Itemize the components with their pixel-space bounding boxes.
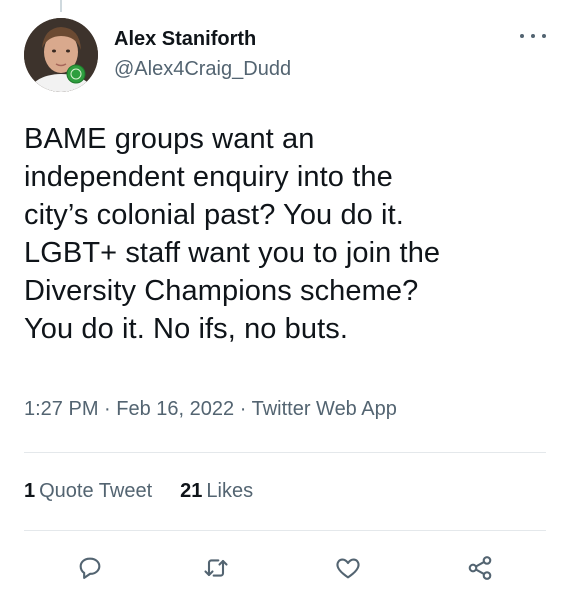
like-icon[interactable] [328, 548, 368, 588]
reply-icon[interactable] [70, 548, 110, 588]
tweet-date[interactable]: Feb 16, 2022 [116, 398, 234, 420]
tweet-meta: 1:27 PM · Feb 16, 2022 · Twitter Web App [24, 398, 397, 421]
divider [24, 530, 546, 531]
more-dot [531, 34, 535, 38]
likes-label: Likes [206, 480, 254, 502]
meta-separator: · [104, 398, 111, 420]
more-dot [520, 34, 524, 38]
thread-line [60, 0, 62, 12]
quote-count: 1 [24, 480, 36, 502]
tweet-stats: 1 Quote Tweet 21 Likes [24, 480, 253, 503]
quote-tweets-stat[interactable]: 1 Quote Tweet [24, 480, 152, 503]
avatar-image [24, 18, 98, 92]
likes-count: 21 [180, 480, 203, 502]
divider [24, 452, 546, 453]
more-icon[interactable] [520, 30, 546, 42]
avatar[interactable] [24, 18, 98, 92]
tweet-time[interactable]: 1:27 PM [24, 398, 98, 420]
share-icon[interactable] [460, 548, 500, 588]
tweet-source[interactable]: Twitter Web App [252, 398, 397, 420]
quote-label: Quote Tweet [39, 480, 153, 502]
more-dot [542, 34, 546, 38]
retweet-icon[interactable] [196, 548, 236, 588]
author-handle[interactable]: @Alex4Craig_Dudd [114, 58, 291, 81]
meta-separator: · [239, 398, 247, 420]
author-name[interactable]: Alex Staniforth [114, 28, 256, 51]
action-bar [0, 548, 568, 588]
tweet-text: BAME groups want an independent enquiry … [24, 123, 441, 345]
likes-stat[interactable]: 21 Likes [180, 480, 253, 503]
